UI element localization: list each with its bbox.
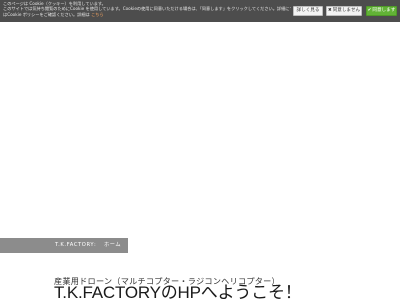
cookie-policy-link[interactable]: こちら: [91, 12, 104, 17]
breadcrumb-current: ホーム: [104, 242, 122, 248]
close-icon: ✖: [327, 8, 332, 13]
breadcrumb-site-link[interactable]: T.K.FACTORY: [55, 238, 94, 253]
cookie-message: このページは Cookie（クッキー）を利用しています。 このサイトでは気持ち閲…: [3, 1, 291, 17]
breadcrumb: T.K.FACTORY : ホーム: [0, 238, 128, 253]
cookie-settings-button[interactable]: 詳しく見る: [293, 6, 323, 16]
check-icon: ✔: [367, 8, 372, 13]
cookie-reject-button[interactable]: ✖同意しません: [326, 6, 362, 16]
cookie-banner: このページは Cookie（クッキー）を利用しています。 このサイトでは気持ち閲…: [0, 0, 400, 22]
cookie-reject-label: 同意しません: [332, 8, 361, 13]
page-title: T.K.FACTORYのHPへようこそ！: [54, 283, 302, 302]
cookie-settings-label: 詳しく見る: [296, 8, 320, 13]
breadcrumb-separator: :: [94, 242, 97, 248]
cookie-accept-button[interactable]: ✔同意します: [366, 6, 397, 16]
cookie-message-line: はCookie ポリシーをご確認ください。詳細は: [3, 11, 90, 17]
cookie-accept-label: 同意します: [372, 8, 396, 13]
